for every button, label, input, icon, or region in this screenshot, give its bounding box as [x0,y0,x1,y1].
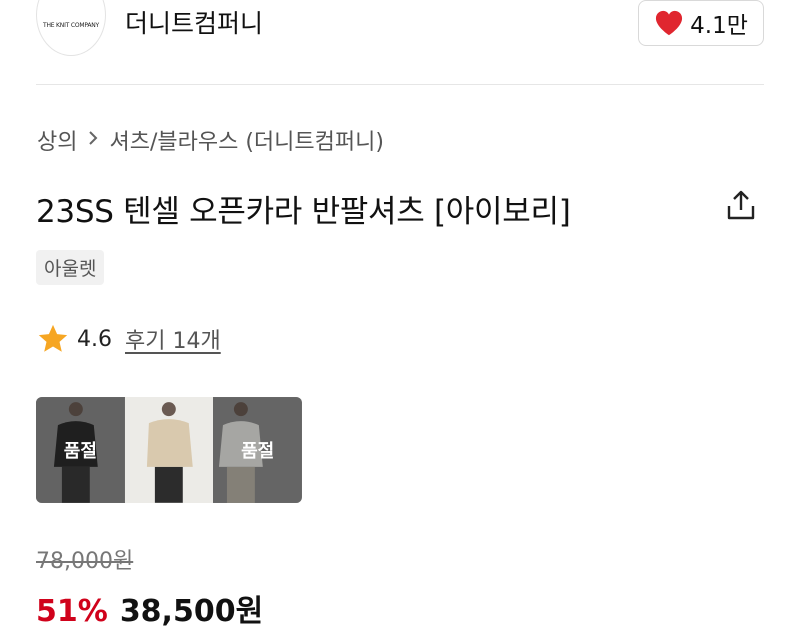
discount-rate: 51% [36,594,108,627]
brand-name[interactable]: 더니트컴퍼니 [125,4,263,40]
rating-row: 4.6 후기 14개 [36,322,221,356]
breadcrumb: 상의 셔츠/블라우스 (더니트컴퍼니) [37,124,384,156]
option-thumb-1[interactable]: 품절 [36,397,125,503]
header-divider [36,84,764,85]
like-count: 4.1만 [690,13,748,39]
original-price: 78,000원 [36,549,134,574]
brand-logo-text: THE KNIT COMPANY [42,22,100,29]
option-thumb-2[interactable] [124,397,214,503]
model-photo-ivory-icon [124,397,214,503]
product-title: 23SS 텐셀 오픈카라 반팔셔츠 [아이보리] [36,194,571,230]
outlet-tag: 아울렛 [36,250,105,285]
soldout-label: 품절 [241,441,275,462]
rating-value: 4.6 [77,326,112,352]
price-row: 51% 38,500원 [36,586,263,627]
star-icon [38,324,68,352]
soldout-label: 품절 [63,441,97,462]
heart-icon [656,10,683,36]
chevron-right-icon [87,128,99,152]
review-link[interactable]: 후기 14개 [125,323,221,355]
like-button[interactable]: 4.1만 [638,0,764,46]
brand-logo[interactable]: THE KNIT COMPANY [36,0,106,56]
share-icon[interactable] [724,188,758,222]
sale-price: 38,500원 [119,594,264,627]
color-options: 품절 품절 [36,397,302,503]
breadcrumb-item-category[interactable]: 셔츠/블라우스 (더니트컴퍼니) [109,124,383,156]
option-thumb-3[interactable]: 품절 [213,397,302,503]
breadcrumb-item-top[interactable]: 상의 [37,124,77,156]
